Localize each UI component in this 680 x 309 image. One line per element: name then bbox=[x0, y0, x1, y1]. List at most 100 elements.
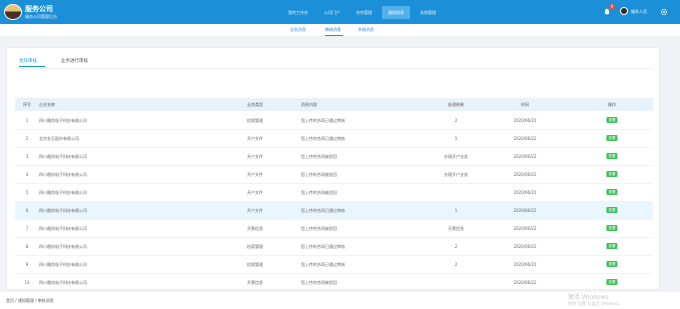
cell-time: 2020/06/22 bbox=[513, 244, 537, 249]
subnav-business-messages[interactable]: 业务消息 bbox=[290, 27, 306, 33]
view-button[interactable]: 查看 bbox=[606, 243, 618, 249]
view-button[interactable]: 查看 bbox=[606, 189, 618, 195]
cell-result: 2 bbox=[454, 262, 458, 267]
cell-index: 1 bbox=[25, 118, 29, 123]
cell-result: 办理开户业务 bbox=[444, 154, 468, 159]
cell-index: 2 bbox=[25, 136, 29, 141]
cell-business-type: 开户文件 bbox=[247, 172, 263, 177]
content-area: 合作审核 业务进行审核 序号 企业名称 业务类型 消息内容 处理结果 时间 操作… bbox=[0, 37, 680, 292]
table-header: 序号 企业名称 业务类型 消息内容 处理结果 时间 操作 bbox=[15, 98, 653, 111]
watermark-title: 激活 Windows bbox=[568, 294, 609, 301]
cell-index: 6 bbox=[25, 208, 29, 213]
cell-company: 四川雅尚电子科技有限公司 bbox=[39, 118, 87, 123]
view-button[interactable]: 查看 bbox=[606, 225, 618, 231]
cell-result: 1 bbox=[454, 136, 458, 141]
subnav-active-indicator bbox=[325, 35, 343, 36]
column-header: 处理结果 bbox=[448, 102, 464, 107]
main-nav: 我的工作台 公司门户 合作管理 通知消息 系统管理 bbox=[282, 6, 446, 19]
cell-message: 您上传的合同被驳回 bbox=[301, 226, 337, 231]
cell-business-type: 开票信息 bbox=[247, 226, 263, 231]
view-button[interactable]: 查看 bbox=[606, 171, 618, 177]
nav-cooperation[interactable]: 合作管理 bbox=[350, 6, 378, 19]
column-header: 序号 bbox=[23, 102, 31, 107]
tabs-divider bbox=[15, 68, 653, 69]
gear-icon[interactable] bbox=[660, 8, 668, 16]
view-button[interactable]: 查看 bbox=[606, 117, 618, 123]
cell-business-type: 档案管理 bbox=[247, 118, 263, 123]
table-row: 6 四川雅尚电子科技有限公司 开户文件 您上传的合同已通过审核 1 2020/06/22 查… bbox=[15, 201, 653, 220]
tab-cooperation-audit[interactable]: 合作审核 bbox=[19, 58, 37, 64]
cell-message: 您上传的合同被驳回 bbox=[301, 154, 337, 159]
cell-time: 2020/06/22 bbox=[513, 136, 537, 141]
company-subtitle: 服务公司管理后台 bbox=[25, 14, 57, 19]
view-button[interactable]: 查看 bbox=[606, 153, 618, 159]
cell-time: 2020/06/22 bbox=[513, 118, 537, 123]
cell-time: 2020/06/22 bbox=[513, 154, 537, 159]
nav-workbench[interactable]: 我的工作台 bbox=[282, 6, 314, 19]
cell-index: 10 bbox=[24, 280, 30, 285]
cell-company: 四川雅尚电子科技有限公司 bbox=[39, 280, 87, 285]
table-row: 8 四川雅尚电子科技有限公司 档案管理 您上传的合同已通过审核 2 2020/06/22 查… bbox=[15, 237, 653, 256]
avatar[interactable] bbox=[620, 7, 628, 15]
watermark-subtitle: 转到"设置"以激活 Windows。 bbox=[568, 301, 623, 306]
cell-business-type: 开户文件 bbox=[247, 208, 263, 213]
cell-index: 7 bbox=[25, 226, 29, 231]
cell-time: 2020/06/22 bbox=[513, 208, 537, 213]
column-header: 消息内容 bbox=[301, 102, 317, 107]
cell-company: 四川雅尚电子科技有限公司 bbox=[39, 208, 87, 213]
cell-business-type: 开票信息 bbox=[247, 280, 263, 285]
cell-company: 四川雅尚电子科技有限公司 bbox=[39, 190, 87, 195]
cell-business-type: 开户文件 bbox=[247, 136, 263, 141]
cell-message: 您上传的合同已通过审核 bbox=[301, 208, 345, 213]
tab-business-audit[interactable]: 业务进行审核 bbox=[61, 58, 88, 64]
view-button[interactable]: 查看 bbox=[606, 135, 618, 141]
subnav-audit-messages[interactable]: 审核消息 bbox=[325, 27, 341, 33]
column-header: 业务类型 bbox=[247, 102, 263, 107]
subnav-system-messages[interactable]: 系统消息 bbox=[358, 27, 374, 33]
table-row: 10 四川雅尚电子科技有限公司 开票信息 您上传的合同被驳回 2020/06/22 查看 bbox=[15, 273, 653, 292]
view-button[interactable]: 查看 bbox=[606, 279, 618, 285]
cell-result: 1 bbox=[454, 208, 458, 213]
column-header: 企业名称 bbox=[39, 102, 55, 107]
messages-panel: 合作审核 业务进行审核 序号 企业名称 业务类型 消息内容 处理结果 时间 操作… bbox=[6, 47, 660, 292]
cell-index: 4 bbox=[25, 172, 29, 177]
cell-index: 8 bbox=[25, 244, 29, 249]
table-row: 4 四川雅尚电子科技有限公司 开户文件 您上传的合同被驳回 办理开户业务 2020/06/… bbox=[15, 165, 653, 184]
cell-time: 2020/06/22 bbox=[513, 226, 537, 231]
cell-result: 2 bbox=[454, 244, 458, 249]
table-row: 7 四川雅尚电子科技有限公司 开票信息 您上传的合同被驳回 开票信息 2020/06/22… bbox=[15, 219, 653, 238]
cell-index: 9 bbox=[25, 262, 29, 267]
table-row: 3 四川雅尚电子科技有限公司 开户文件 您上传的合同被驳回 办理开户业务 2020/06/… bbox=[15, 147, 653, 166]
column-header: 时间 bbox=[521, 102, 529, 107]
notification-badge: 0 bbox=[609, 4, 615, 10]
cell-business-type: 档案管理 bbox=[247, 262, 263, 267]
cell-company: 四川雅尚电子科技有限公司 bbox=[39, 262, 87, 267]
column-header: 操作 bbox=[608, 102, 616, 107]
cell-message: 您上传的合同已通过审核 bbox=[301, 118, 345, 123]
cell-message: 您上传的合同被驳回 bbox=[301, 190, 337, 195]
cell-time: 2020/06/22 bbox=[513, 190, 537, 195]
cell-message: 您上传的合同被驳回 bbox=[301, 280, 337, 285]
nav-notifications[interactable]: 通知消息 bbox=[382, 6, 410, 19]
view-button[interactable]: 查看 bbox=[606, 261, 618, 267]
cell-company: 四川雅尚电子科技有限公司 bbox=[39, 172, 87, 177]
cell-time: 2020/06/22 bbox=[513, 172, 537, 177]
cell-company: 四川雅尚电子科技有限公司 bbox=[39, 244, 87, 249]
user-name[interactable]: 服务人员 bbox=[631, 9, 647, 15]
cell-message: 您上传的合同已通过审核 bbox=[301, 244, 345, 249]
cell-business-type: 开户文件 bbox=[247, 190, 263, 195]
nav-system[interactable]: 系统管理 bbox=[414, 6, 442, 19]
table-row: 1 四川雅尚电子科技有限公司 档案管理 您上传的合同已通过审核 2 2020/06/22 查… bbox=[15, 111, 653, 130]
cell-result: 2 bbox=[454, 118, 458, 123]
cell-result: 办理开户业务 bbox=[444, 172, 468, 177]
cell-message: 您上传的合同已通过审核 bbox=[301, 262, 345, 267]
sub-nav: 业务消息 审核消息 系统消息 bbox=[0, 24, 680, 37]
cell-message: 您上传的合同被驳回 bbox=[301, 172, 337, 177]
company-logo bbox=[4, 4, 22, 20]
nav-portal[interactable]: 公司门户 bbox=[318, 6, 346, 19]
view-button[interactable]: 查看 bbox=[606, 207, 618, 213]
windows-activation-watermark: 激活 Windows 转到"设置"以激活 Windows。 bbox=[568, 295, 623, 307]
tab-active-indicator bbox=[19, 66, 45, 67]
cell-index: 3 bbox=[25, 154, 29, 159]
breadcrumb[interactable]: 首页 / 通知管理 / 审核消息 bbox=[6, 298, 54, 304]
